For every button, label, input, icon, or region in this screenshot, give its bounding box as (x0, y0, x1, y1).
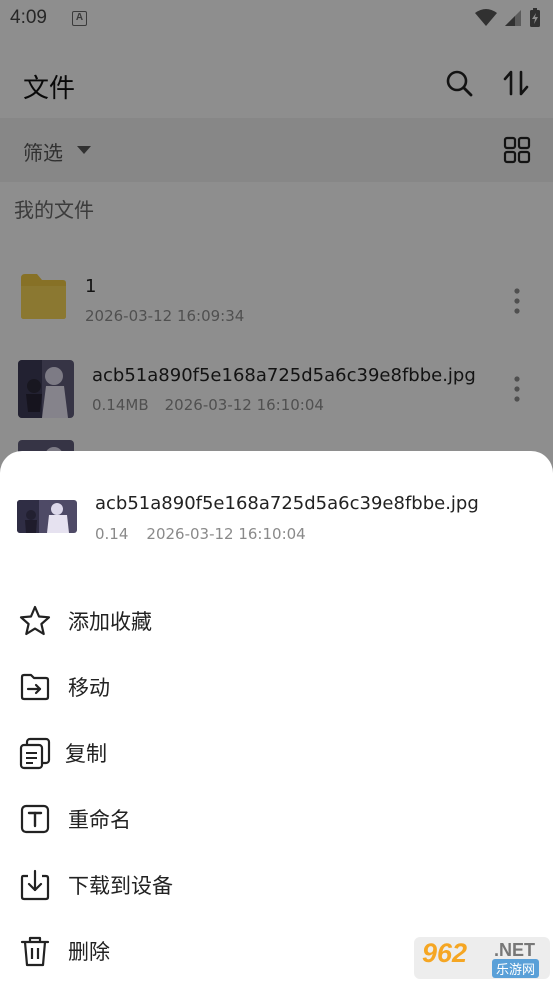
action-move[interactable]: 移动 (0, 657, 553, 717)
action-copy[interactable]: 复制 (0, 723, 553, 783)
action-label: 删除 (68, 940, 110, 964)
action-label: 复制 (65, 742, 107, 766)
action-rename[interactable]: 重命名 (0, 789, 553, 849)
action-add-favorite[interactable]: 添加收藏 (0, 591, 553, 651)
move-folder-icon (20, 673, 50, 701)
action-download[interactable]: 下载到设备 (0, 855, 553, 915)
watermark-caption: 乐游网 (492, 959, 540, 978)
watermark-number: 962 (422, 938, 468, 968)
trash-icon (20, 936, 50, 967)
watermark-suffix: .NET (494, 940, 536, 960)
watermark-logo: 962 .NET 乐游网 (414, 937, 550, 979)
sheet-file-date: 2026-03-12 16:10:04 (146, 525, 306, 543)
sheet-file-size: 0.14 (95, 525, 129, 543)
rename-icon (20, 804, 50, 834)
copy-icon (19, 737, 51, 770)
action-label: 重命名 (68, 808, 131, 832)
action-label: 移动 (68, 676, 110, 700)
action-label: 添加收藏 (68, 610, 152, 634)
sheet-file-name: acb51a890f5e168a725d5a6c39e8fbbe.jpg (95, 493, 479, 514)
image-thumbnail (17, 500, 77, 533)
star-icon (19, 605, 51, 636)
file-actions-sheet: acb51a890f5e168a725d5a6c39e8fbbe.jpg 0.1… (0, 451, 553, 984)
sheet-file-meta: 0.14 2026-03-12 16:10:04 (95, 525, 306, 543)
action-label: 下载到设备 (68, 874, 173, 898)
download-icon (20, 869, 50, 901)
